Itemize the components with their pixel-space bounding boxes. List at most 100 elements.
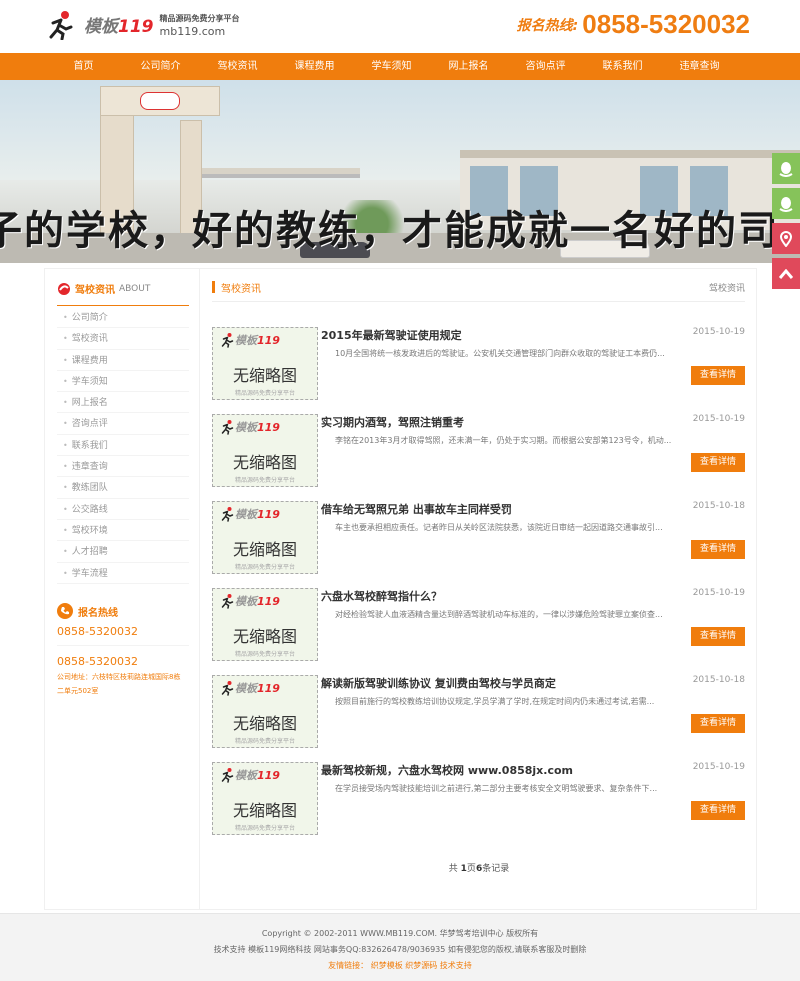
- thumbnail-logo-cn: 模板: [235, 421, 257, 434]
- sidebar-item-news[interactable]: 驾校资讯: [57, 328, 189, 350]
- sidebar-item-about[interactable]: 公司简介: [57, 307, 189, 329]
- article-thumbnail[interactable]: 模板119 无缩略图 精品源码免费分享平台: [212, 762, 318, 835]
- pagination: 共 1页6条记录: [201, 861, 757, 874]
- running-man-icon: [221, 768, 234, 783]
- thumbnail-placeholder-text: 无缩略图: [232, 366, 297, 385]
- logo-url: mb119.com: [159, 25, 226, 38]
- sidebar-item-notice[interactable]: 学车须知: [57, 371, 189, 393]
- sidebar-address: 公司地址：六枝特区枝莉路连城国际8栋二单元502室: [57, 673, 181, 695]
- sidebar-hotline-heading: 报名热线: [57, 603, 118, 619]
- article-summary: 对经检验驾驶人血液酒精含量达到醉酒驾驶机动车标准的，一律以涉嫌危险驾驶罪立案侦查…: [335, 610, 663, 619]
- banner-canopy: [200, 168, 360, 178]
- sidebar-item-bus-routes[interactable]: 公交路线: [57, 499, 189, 520]
- article-item: 模板119 无缩略图 精品源码免费分享平台 实习期内酒驾，驾照注销重考 2015-10-…: [212, 414, 745, 490]
- thumbnail-logo-cn: 模板: [235, 334, 257, 347]
- nav-item-reviews[interactable]: 咨询点评: [507, 53, 584, 80]
- nav-item-home[interactable]: 首页: [45, 53, 122, 80]
- article-date: 2015-10-19: [692, 588, 745, 598]
- nav-item-notice[interactable]: 学车须知: [353, 53, 430, 80]
- footer-links[interactable]: 友情链接： 织梦模板 织梦源码 技术支持: [0, 958, 800, 974]
- thumbnail-sub-text: 精品源码免费分享平台: [234, 564, 295, 571]
- nav-item-news[interactable]: 驾校资讯: [199, 53, 276, 80]
- content-area: 驾校资讯 驾校资讯 模板119 无缩略图 精品源码免费分享平台 2015年最新驾驶证使…: [201, 269, 757, 909]
- article-title[interactable]: 最新驾校新规，六盘水驾校网 www.0858jx.com: [321, 762, 573, 778]
- sidebar-hotline-label: 报名热线: [78, 607, 118, 619]
- view-details-button[interactable]: 查看详情: [691, 627, 745, 646]
- sidebar: 驾校资讯 ABOUT 公司简介 驾校资讯 课程费用 学车须知 网上报名 咨询点评…: [45, 269, 200, 909]
- sidebar-menu: 公司简介 驾校资讯 课程费用 学车须知 网上报名 咨询点评 联系我们 违章查询 …: [57, 307, 189, 584]
- article-thumbnail[interactable]: 模板119 无缩略图 精品源码免费分享平台: [212, 588, 318, 661]
- qq-icon: [779, 161, 793, 177]
- article-summary: 在学员接受场内驾驶技能培训之前进行,第二部分主要考核安全文明驾驶要求、复杂条件下…: [335, 784, 658, 793]
- thumbnail-logo-num: 119: [257, 595, 280, 608]
- thumbnail-logo-cn: 模板: [235, 769, 257, 782]
- running-man-icon: [48, 10, 76, 41]
- running-man-icon: [221, 507, 234, 522]
- article-item: 模板119 无缩略图 精品源码免费分享平台 借车给无驾照兄弟 出事故车主同样受罚 201…: [212, 501, 745, 577]
- sidebar-item-process[interactable]: 学车流程: [57, 563, 189, 584]
- banner-gate-sign: [140, 92, 180, 110]
- article-title[interactable]: 2015年最新驾驶证使用规定: [321, 327, 462, 343]
- article-thumbnail[interactable]: 模板119 无缩略图 精品源码免费分享平台: [212, 327, 318, 400]
- article-date: 2015-10-19: [692, 414, 745, 424]
- article-title[interactable]: 解读新版驾驶训练协议 复训费由驾校与学员商定: [321, 675, 556, 691]
- main-container: 驾校资讯 ABOUT 公司简介 驾校资讯 课程费用 学车须知 网上报名 咨询点评…: [44, 268, 757, 910]
- sidebar-item-jobs[interactable]: 人才招聘: [57, 541, 189, 563]
- sidebar-divider: [57, 645, 189, 646]
- thumbnail-sub-text: 精品源码免费分享平台: [234, 477, 295, 484]
- thumbnail-logo: 模板119: [235, 680, 280, 696]
- breadcrumb[interactable]: 驾校资讯: [709, 281, 745, 294]
- content-title: 驾校资讯: [221, 284, 261, 295]
- article-title[interactable]: 实习期内酒驾，驾照注销重考: [321, 414, 464, 430]
- pager-suffix: 条记录: [482, 864, 510, 874]
- thumbnail-logo: 模板119: [235, 332, 280, 348]
- sidebar-phone: 0858-5320032: [57, 655, 138, 668]
- thumbnail-logo-num: 119: [257, 508, 280, 521]
- article-title[interactable]: 借车给无驾照兄弟 出事故车主同样受罚: [321, 501, 512, 517]
- chevron-up-icon: [779, 268, 793, 279]
- nav-item-contact[interactable]: 联系我们: [584, 53, 661, 80]
- sidebar-item-fees[interactable]: 课程费用: [57, 350, 189, 371]
- nav-item-violations[interactable]: 违章查询: [661, 53, 738, 80]
- sidebar-item-contact[interactable]: 联系我们: [57, 435, 189, 457]
- map-float-button[interactable]: [772, 223, 800, 254]
- article-thumbnail[interactable]: 模板119 无缩略图精品源码免费分享平台: [212, 675, 318, 748]
- sidebar-item-violations[interactable]: 违章查询: [57, 456, 189, 478]
- sidebar-phone: 0858-5320032: [57, 625, 138, 638]
- article-title[interactable]: 六盘水驾校醉驾指什么？: [321, 588, 442, 604]
- qq-float-button[interactable]: [772, 153, 800, 184]
- thumbnail-sub-text: 精品源码免费分享平台: [234, 738, 295, 745]
- site-header: 模板119 精品源码免费分享平台 mb119.com 报名热线: 0858-53…: [0, 0, 800, 53]
- thumbnail-logo-cn: 模板: [235, 682, 257, 695]
- article-thumbnail[interactable]: 模板119 无缩略图 精品源码免费分享平台: [212, 414, 318, 487]
- thumbnail-logo-cn: 模板: [235, 508, 257, 521]
- article-summary: 车主也要承担相应责任。记者昨日从关岭区法院获悉，该院近日审结一起因道路交通事故引…: [335, 523, 663, 532]
- sidebar-title: 驾校资讯 ABOUT: [57, 281, 150, 296]
- running-man-icon: [221, 594, 234, 609]
- logo-sub: 精品源码免费分享平台 mb119.com: [160, 13, 240, 38]
- sidebar-divider: [57, 305, 189, 306]
- nav-item-register[interactable]: 网上报名: [430, 53, 507, 80]
- site-footer: Copyright © 2002-2011 WWW.MB119.COM. 华梦驾…: [0, 913, 800, 981]
- sidebar-item-environment[interactable]: 驾校环境: [57, 520, 189, 542]
- logo-brand-cn: 模板: [84, 17, 118, 37]
- view-details-button[interactable]: 查看详情: [691, 540, 745, 559]
- article-summary: 李铭在2013年3月才取得驾照，还未满一年，仍处于实习期。而根据公安部第123号…: [335, 436, 672, 445]
- back-to-top-button[interactable]: [772, 258, 800, 289]
- footer-support: 技术支持 模板119网络科技 网站事务QQ:832626478/9036935 …: [213, 945, 587, 954]
- view-details-button[interactable]: 查看详情: [691, 366, 745, 385]
- article-item: 模板119 无缩略图 精品源码免费分享平台 2015年最新驾驶证使用规定 2015-10…: [212, 327, 745, 403]
- nav-item-about[interactable]: 公司简介: [122, 53, 199, 80]
- view-details-button[interactable]: 查看详情: [691, 453, 745, 472]
- sidebar-item-reviews[interactable]: 咨询点评: [57, 413, 189, 435]
- article-thumbnail[interactable]: 模板119 无缩略图 精品源码免费分享平台: [212, 501, 318, 574]
- sidebar-item-register[interactable]: 网上报名: [57, 392, 189, 414]
- site-logo[interactable]: 模板119 精品源码免费分享平台 mb119.com: [48, 10, 240, 44]
- view-details-button[interactable]: 查看详情: [691, 801, 745, 820]
- view-details-button[interactable]: 查看详情: [691, 714, 745, 733]
- qq-float-button[interactable]: [772, 188, 800, 219]
- sidebar-item-coaches[interactable]: 教练团队: [57, 477, 189, 499]
- nav-item-fees[interactable]: 课程费用: [276, 53, 353, 80]
- location-pin-icon: [780, 230, 792, 247]
- thumbnail-placeholder-text: 无缩略图: [232, 714, 297, 733]
